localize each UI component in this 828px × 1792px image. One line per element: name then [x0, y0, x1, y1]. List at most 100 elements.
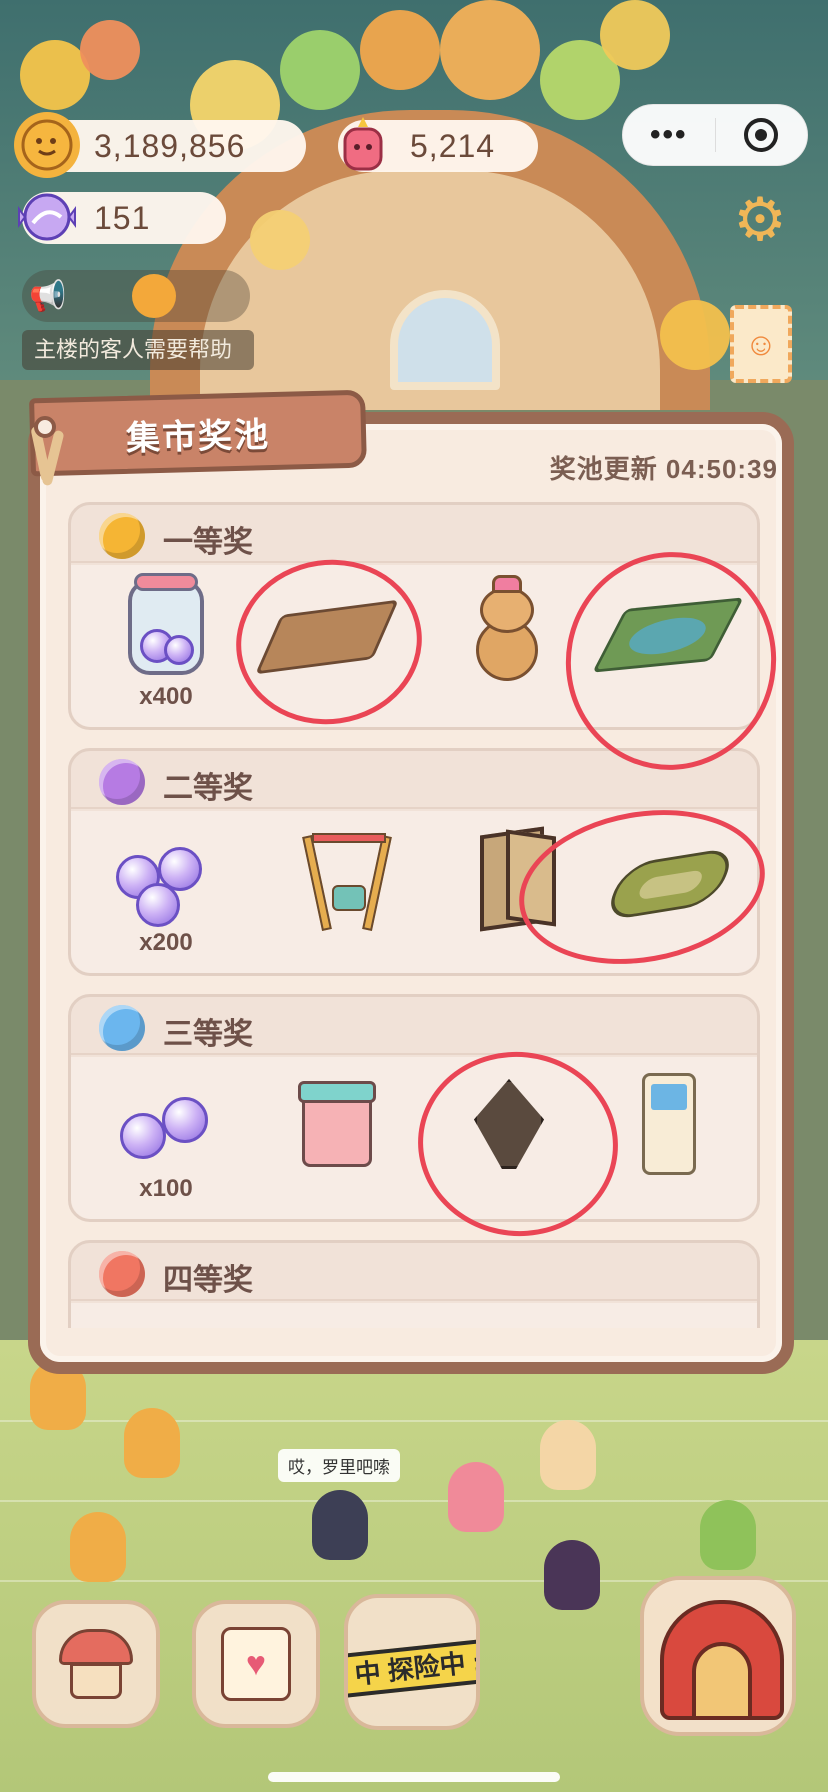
heart-notebook-icon: ♥	[221, 1627, 291, 1701]
tier-header: 四等奖	[71, 1243, 757, 1301]
balloon	[660, 300, 730, 370]
prize-candy-pile-large[interactable]: x200	[91, 821, 241, 967]
purple-orb-icon	[99, 759, 145, 805]
candle-count: 5,214	[410, 127, 496, 164]
megaphone-icon: 📢	[29, 279, 67, 313]
prize-picnic-mat[interactable]	[251, 575, 401, 721]
candy-pile-icon	[106, 825, 226, 931]
tier-header: 一等奖	[71, 505, 757, 563]
stamp-card-button[interactable]: ☺	[730, 305, 792, 383]
prize-candy-jar[interactable]: x400	[91, 573, 241, 721]
ground-tile-line	[0, 1420, 828, 1422]
prize-toy-train-track[interactable]	[591, 821, 741, 967]
red-orb-icon	[99, 1251, 145, 1297]
prize-folding-screen[interactable]	[431, 821, 581, 967]
prize-quantity: x200	[139, 929, 193, 956]
tier-prizes: x400	[71, 565, 757, 727]
cookie-character[interactable]	[70, 1512, 126, 1582]
vanity-table-icon	[276, 1071, 396, 1177]
modal-title-tag: 集市奖池	[29, 389, 367, 477]
candy-pile-icon	[106, 1071, 226, 1177]
settings-button[interactable]: ⚙	[728, 186, 792, 253]
balloon	[600, 0, 670, 70]
speech-bubble: 哎，罗里吧嗦	[278, 1449, 400, 1482]
circus-door	[692, 1642, 752, 1720]
tier-header: 二等奖	[71, 751, 757, 809]
prize-quantity: x400	[139, 683, 193, 710]
ground-tile-line	[0, 1500, 828, 1502]
balloon	[440, 0, 540, 100]
tier-prizes: x100	[71, 1057, 757, 1219]
notice-bar[interactable]: 📢 58	[22, 270, 250, 322]
candy-count: 151	[94, 199, 151, 236]
balloon	[80, 20, 140, 80]
target-icon	[744, 118, 779, 152]
cookie-count: 3,189,856	[94, 127, 246, 164]
tier-prizes: x200	[71, 811, 757, 973]
building-window	[390, 290, 500, 390]
picnic-mat-icon	[255, 579, 399, 685]
tier-header: 三等奖	[71, 997, 757, 1055]
teddy-bear-icon	[446, 575, 566, 685]
tier-name: 三等奖	[163, 1018, 253, 1051]
home-indicator	[268, 1772, 560, 1782]
prize-quantity: x100	[139, 1175, 193, 1202]
notice-message[interactable]: 主楼的客人需要帮助	[22, 330, 254, 370]
tier-prizes	[71, 1303, 757, 1328]
blue-orb-icon	[99, 1005, 145, 1051]
pink-character[interactable]	[448, 1462, 504, 1532]
swing-set-icon	[286, 825, 406, 931]
folding-screen-icon	[446, 825, 566, 932]
circus-button[interactable]	[640, 1576, 796, 1736]
prize-tier-list[interactable]: 一等奖 x400 二等奖 x200 三等奖 x100 四等奖	[68, 502, 760, 1328]
tier-name: 四等奖	[163, 1264, 253, 1297]
cookie-face-icon	[132, 274, 176, 318]
explore-tape-label: 中 探险中 :	[348, 1637, 476, 1699]
more-icon[interactable]: •••	[623, 118, 715, 152]
tier-first-prize: 一等奖 x400	[68, 502, 760, 730]
prize-bird-kite[interactable]	[431, 1067, 581, 1213]
prize-swing-set[interactable]	[271, 821, 421, 967]
suited-character[interactable]	[312, 1490, 368, 1560]
prize-candy-pile[interactable]: x100	[91, 1067, 241, 1213]
close-mini-program-button[interactable]	[716, 118, 808, 152]
balloon	[360, 10, 440, 90]
prize-garden-pond[interactable]	[591, 575, 744, 721]
dog-character[interactable]	[540, 1420, 596, 1490]
prize-teddy-bear[interactable]	[431, 575, 581, 721]
garden-pond-icon	[592, 579, 744, 685]
cookie-coin-icon	[14, 112, 80, 178]
green-character[interactable]	[700, 1500, 756, 1570]
tier-fourth-prize: 四等奖	[68, 1240, 760, 1328]
home-button[interactable]	[32, 1600, 160, 1728]
mushroom-house-icon	[59, 1629, 133, 1699]
notes-button[interactable]: ♥	[192, 1600, 320, 1728]
stamp-icon: ☺	[744, 325, 778, 362]
gear-icon: ⚙	[733, 186, 787, 253]
prize-phone-card[interactable]	[591, 1067, 741, 1213]
tier-name: 二等奖	[163, 772, 253, 805]
phone-card-icon	[606, 1071, 726, 1177]
gold-orb-icon	[99, 513, 145, 559]
tier-third-prize: 三等奖 x100	[68, 994, 760, 1222]
candle-currency[interactable]: 5,214	[338, 117, 538, 172]
balloon	[250, 210, 310, 270]
wizard-character[interactable]	[544, 1540, 600, 1610]
pink-candle-icon	[330, 112, 396, 178]
candy-currency[interactable]: 151	[18, 192, 226, 244]
cookie-currency[interactable]: 3,189,856	[14, 112, 306, 178]
prize-vanity-table[interactable]	[261, 1067, 411, 1213]
rope-knot-icon	[30, 408, 66, 487]
modal-title: 集市奖池	[125, 415, 271, 458]
cookie-character[interactable]	[124, 1408, 180, 1478]
bird-kite-icon	[446, 1071, 566, 1177]
mini-program-capsule: •••	[622, 104, 808, 166]
explore-button[interactable]: 中 探险中 :	[344, 1594, 480, 1730]
purple-candy-icon	[14, 184, 80, 250]
balloon	[280, 30, 360, 110]
refresh-timer: 奖池更新 04:50:39	[549, 454, 778, 484]
tier-second-prize: 二等奖 x200	[68, 748, 760, 976]
tier-name: 一等奖	[163, 526, 253, 559]
candy-jar-icon	[106, 573, 226, 685]
toy-train-track-icon	[602, 825, 738, 931]
